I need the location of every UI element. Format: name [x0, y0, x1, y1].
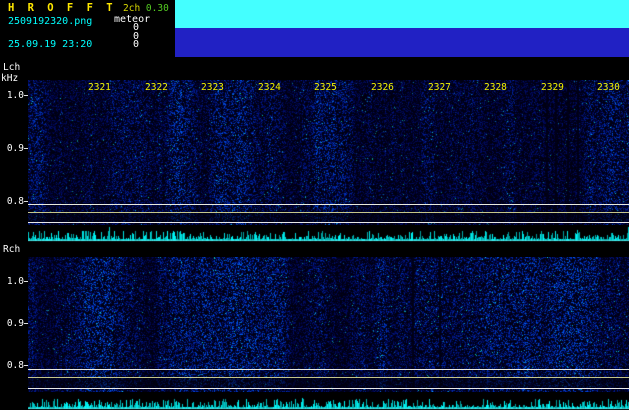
freq-tick-label: 0.8: [6, 196, 24, 207]
carrier-line: [28, 369, 629, 370]
observer-info-block: Ovserver : ex. JR7CYX [ kid ] Receiving …: [175, 0, 629, 28]
output-filename: 2509192320.png: [8, 16, 93, 27]
meteor-count-3: 0: [132, 39, 139, 50]
freq-unit-label: kHz: [1, 73, 19, 84]
freq-tick-label: 1.0: [6, 276, 24, 287]
lch-signal-strip: [28, 226, 629, 242]
carrier-line: [28, 212, 629, 213]
receiver-config-block: L-ch:ex. UV5R 113.900Mhz(SAPPORO VOR)USB…: [175, 28, 629, 57]
freq-tick-label: 0.9: [6, 318, 24, 329]
channel-mode-version: 2ch 0.30: [123, 3, 169, 14]
baseline-separator: [28, 388, 629, 389]
time-tick-label: 2322: [145, 82, 168, 93]
rch-axis-label: Rch: [3, 244, 21, 255]
carrier-dark-band: [28, 378, 629, 388]
time-tick-label: 2323: [201, 82, 224, 93]
time-tick-label: 2328: [484, 82, 507, 93]
time-tick-label: 2330: [597, 82, 620, 93]
channel-mode: 2ch: [123, 3, 141, 14]
hrofft-output-screen: H R O F F T 2ch 0.30 2509192320.png mete…: [0, 0, 629, 410]
baseline-separator: [28, 222, 629, 223]
app-title: H R O F F T: [8, 2, 117, 14]
freq-tick-label: 0.9: [6, 143, 24, 154]
time-tick-label: 2321: [88, 82, 111, 93]
rch-signal-strip: [28, 394, 629, 410]
time-tick-label: 2325: [314, 82, 337, 93]
carrier-line: [28, 204, 629, 205]
freq-tick-label: 1.0: [6, 90, 24, 101]
freq-tick-label: 0.8: [6, 360, 24, 371]
app-version: 0.30: [145, 3, 169, 14]
lch-axis-label: Lch: [3, 62, 21, 73]
rch-spectrogram-panel: [28, 257, 629, 392]
carrier-line: [28, 377, 629, 378]
time-tick-label: 2326: [371, 82, 394, 93]
time-tick-label: 2327: [428, 82, 451, 93]
timestamp: 25.09.19 23:20: [8, 39, 93, 50]
time-tick-label: 2329: [541, 82, 564, 93]
time-tick-label: 2324: [258, 82, 281, 93]
rch-spectrogram: [28, 257, 629, 392]
lch-spectrogram-panel: 2321 2322 2323 2324 2325 2326 2327 2328 …: [28, 80, 629, 225]
carrier-dark-band: [28, 213, 629, 222]
